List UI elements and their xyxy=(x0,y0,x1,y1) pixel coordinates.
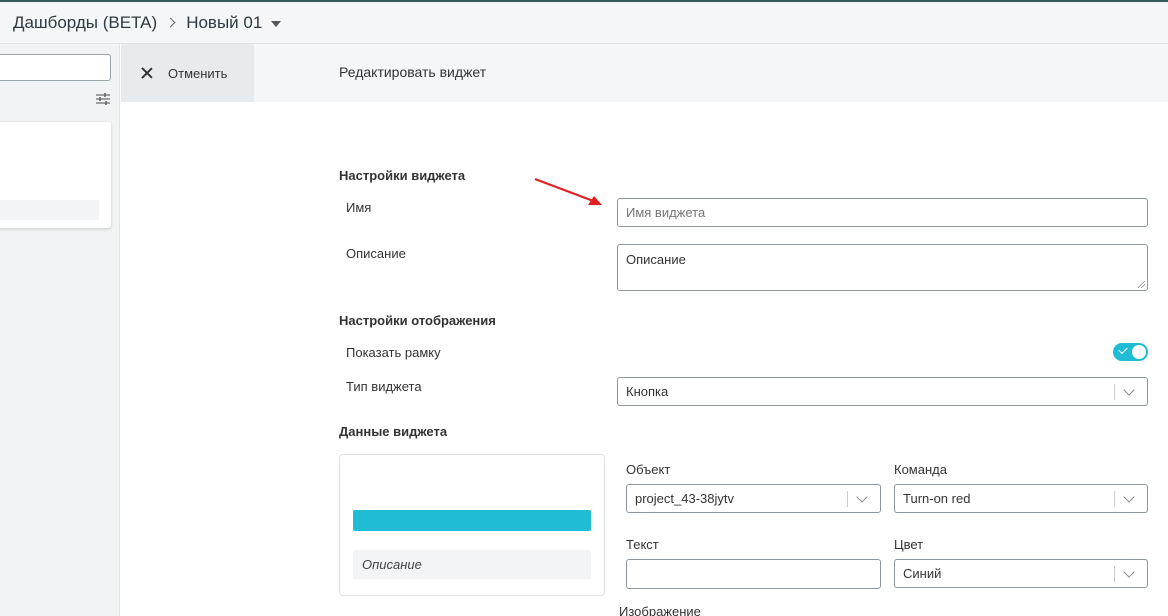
chevron-down-icon xyxy=(1123,566,1135,578)
select-divider xyxy=(1114,491,1115,507)
toggle-knob xyxy=(1132,345,1146,359)
check-icon xyxy=(1118,344,1128,355)
text-label: Текст xyxy=(626,537,659,552)
edit-widget-header: Отменить Редактировать виджет xyxy=(121,44,1168,102)
color-value: Синий xyxy=(903,566,942,581)
left-search-input[interactable] xyxy=(0,54,111,81)
filter-settings-icon[interactable] xyxy=(96,93,110,105)
breadcrumb-dashboards[interactable]: Дашборды (BETA) xyxy=(13,13,157,33)
widget-preview: Описание xyxy=(339,454,605,596)
widget-type-label: Тип виджета xyxy=(346,379,422,394)
color-label: Цвет xyxy=(894,537,924,552)
chevron-down-icon xyxy=(1123,384,1135,396)
resize-handle-icon[interactable] xyxy=(1138,281,1145,288)
name-label: Имя xyxy=(346,200,372,215)
description-label: Описание xyxy=(346,246,406,261)
select-divider xyxy=(847,491,848,507)
command-value: Turn-on red xyxy=(903,491,971,506)
widget-settings-title: Настройки виджета xyxy=(339,168,466,183)
chevron-right-icon xyxy=(165,17,176,28)
description-placeholder: Описание xyxy=(626,252,686,267)
object-label: Объект xyxy=(626,462,671,477)
select-divider xyxy=(1114,566,1115,582)
chevron-down-icon xyxy=(1123,491,1135,503)
cancel-label: Отменить xyxy=(168,65,228,81)
preview-description: Описание xyxy=(353,550,591,579)
command-label: Команда xyxy=(894,462,947,477)
image-label: Изображение xyxy=(619,604,701,616)
object-select[interactable]: project_43-38jytv xyxy=(626,484,881,513)
cancel-button[interactable]: Отменить xyxy=(121,44,254,102)
caret-down-icon[interactable] xyxy=(271,20,282,27)
chevron-down-icon xyxy=(856,491,868,503)
color-select[interactable]: Синий xyxy=(894,559,1148,588)
page-title: Редактировать виджет xyxy=(339,64,487,80)
widget-type-value: Кнопка xyxy=(626,384,669,399)
widget-type-select[interactable]: Кнопка xyxy=(617,377,1148,406)
display-settings-title: Настройки отображения xyxy=(339,313,496,328)
widget-card[interactable] xyxy=(0,122,111,228)
command-select[interactable]: Turn-on red xyxy=(894,484,1148,513)
show-frame-label: Показать рамку xyxy=(346,345,441,360)
preview-button xyxy=(353,510,591,531)
annotation-arrow-icon xyxy=(534,177,602,205)
top-bar: Дашборды (BETA) Новый 01 xyxy=(0,0,1168,44)
widget-name-input[interactable] xyxy=(617,198,1148,227)
left-pane xyxy=(0,44,120,616)
text-input[interactable] xyxy=(626,559,881,589)
widget-data-title: Данные виджета xyxy=(339,424,448,439)
widget-card-footer xyxy=(0,200,99,220)
show-frame-toggle[interactable] xyxy=(1113,343,1148,361)
widget-description-input[interactable]: Описание xyxy=(617,244,1148,291)
close-icon xyxy=(141,67,153,79)
breadcrumb-current[interactable]: Новый 01 xyxy=(186,13,262,33)
object-value: project_43-38jytv xyxy=(635,491,734,506)
select-divider xyxy=(1114,384,1115,400)
